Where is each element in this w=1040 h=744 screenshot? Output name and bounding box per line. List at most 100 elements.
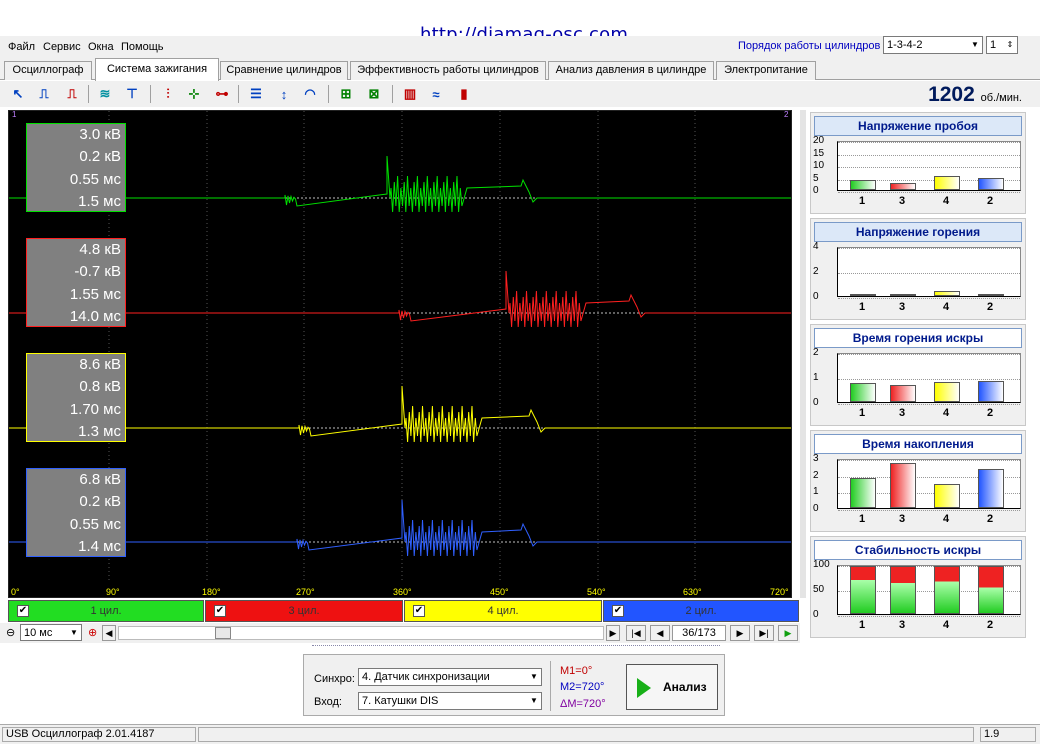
cursor-tool-icon[interactable]: ↖ — [8, 84, 28, 104]
zoom-out-icon[interactable]: ⊖ — [6, 626, 15, 639]
channel-label: 4 цил. — [487, 605, 519, 617]
trace-icon[interactable]: ⊶ — [212, 84, 232, 104]
tab-ignition[interactable]: Система зажигания — [95, 58, 219, 81]
y-tick-label: 0 — [813, 397, 819, 408]
filter-icon[interactable]: ≋ — [95, 84, 115, 104]
tab-cylinder-efficiency[interactable]: Эффективность работы цилиндров — [350, 61, 546, 80]
x-tick-label: 2 — [987, 195, 994, 207]
cylinder-order-select[interactable]: 1-3-4-2 ▼ — [883, 36, 983, 54]
menu-file[interactable]: Файл — [8, 41, 35, 53]
stat-panel-title[interactable]: Напряжение пробоя — [814, 116, 1022, 136]
stat-panel-title[interactable]: Время накопления — [814, 434, 1022, 454]
trace-value: -0.7 кВ — [74, 263, 121, 281]
channel-label: 1 цил. — [90, 605, 122, 617]
marker-1[interactable]: 1 — [12, 110, 16, 119]
grid-line — [838, 379, 1020, 380]
channel-2-toggle[interactable]: ✔ 2 цил. — [603, 600, 799, 622]
trace-value: 0.2 кВ — [79, 148, 121, 166]
x-tick-label: 3 — [899, 407, 906, 419]
histogram-icon[interactable]: ▮ — [454, 84, 474, 104]
y-tick-label: 20 — [813, 135, 825, 146]
stat-chart — [837, 565, 1021, 617]
menu-service[interactable]: Сервис — [43, 41, 81, 53]
first-frame-button[interactable]: |◀ — [626, 625, 646, 641]
sync-select[interactable]: 4. Датчик синхронизации ▼ — [358, 668, 542, 686]
stat-bar — [890, 385, 916, 402]
trace-value: 1.70 мс — [69, 400, 121, 418]
chevron-down-icon: ▼ — [971, 40, 979, 49]
stat-panel-title[interactable]: Напряжение горения — [814, 222, 1022, 242]
x-tick-label: 2 — [987, 619, 994, 631]
channel-4-toggle[interactable]: ✔ 4 цил. — [404, 600, 602, 622]
scrollbar-thumb[interactable] — [215, 627, 231, 639]
stat-panel: Время накопления 3 2 1 0 1 3 4 2 — [810, 430, 1026, 532]
checkbox-icon[interactable]: ✔ — [413, 605, 425, 617]
stat-panel-title[interactable]: Стабильность искры — [814, 540, 1022, 560]
checkbox-icon[interactable]: ✔ — [214, 605, 226, 617]
rising-edge-icon[interactable]: ⎍ — [34, 84, 54, 104]
waveform-trace — [9, 499, 791, 557]
last-frame-button[interactable]: ▶| — [754, 625, 774, 641]
tab-pressure[interactable]: Анализ давления в цилиндре — [548, 61, 714, 80]
checkbox-icon[interactable]: ✔ — [612, 605, 624, 617]
play-button[interactable]: ▶ — [778, 625, 798, 641]
trace-value: 1.5 мс — [78, 192, 121, 210]
y-tick-label: 0 — [813, 291, 819, 302]
prev-frame-button[interactable]: ◀ — [650, 625, 670, 641]
trace-value: 0.55 мс — [69, 515, 121, 533]
timebase-value: 10 мс — [24, 627, 53, 639]
vertical-zoom-icon[interactable]: ↕ — [274, 84, 294, 104]
measure-icon[interactable]: ⊹ — [184, 84, 204, 104]
spikes-icon[interactable]: ⫶ — [158, 84, 178, 104]
menu-windows[interactable]: Окна — [88, 41, 114, 53]
timebase-select[interactable]: 10 мс ▼ — [20, 624, 82, 641]
marker-delta: ΔM=720° — [560, 698, 606, 710]
curve-icon[interactable]: ◠ — [300, 84, 320, 104]
numbers-icon[interactable]: ⊤ — [122, 84, 142, 104]
stat-bar — [890, 183, 916, 190]
toolbar-separator — [238, 85, 239, 103]
horizontal-scrollbar[interactable] — [118, 626, 604, 640]
x-tick-label: 90° — [106, 587, 120, 597]
trace-3-values: 4.8 кВ -0.7 кВ 1.55 мс 14.0 мс — [26, 238, 126, 327]
tab-power[interactable]: Электропитание — [716, 61, 816, 80]
scroll-right-button[interactable]: ▶ — [606, 625, 620, 641]
zoom-in-icon[interactable]: ⊕ — [88, 626, 97, 639]
channel-1-toggle[interactable]: ✔ 1 цил. — [8, 600, 204, 622]
x-tick-label: 4 — [943, 195, 950, 207]
oscilloscope-display[interactable]: 3.0 кВ 0.2 кВ 0.55 мс 1.5 мс 4.8 кВ -0.7 кВ 1… — [8, 110, 792, 598]
stat-panel-title[interactable]: Время горения искры — [814, 328, 1022, 348]
splitter-handle[interactable] — [800, 110, 806, 598]
x-tick-label: 630° — [683, 587, 702, 597]
panel-splitter[interactable] — [312, 645, 720, 651]
waveform-trace — [9, 385, 791, 443]
marker-m1: M1=0° — [560, 665, 593, 677]
next-frame-button[interactable]: ▶ — [730, 625, 750, 641]
markers-icon[interactable]: ⊞ — [336, 84, 356, 104]
tab-oscilloscope[interactable]: Осциллограф — [4, 61, 92, 80]
status-app: USB Осциллограф 2.01.4187 — [2, 727, 196, 742]
waves-icon[interactable]: ≈ — [426, 84, 446, 104]
channel-3-toggle[interactable]: ✔ 3 цил. — [205, 600, 403, 622]
trace-value: 14.0 мс — [69, 307, 121, 325]
lines-icon[interactable]: ☰ — [246, 84, 266, 104]
y-tick-label: 15 — [813, 147, 825, 159]
chevron-down-icon: ▼ — [70, 628, 78, 637]
falling-edge-icon[interactable]: ⎍ — [62, 84, 82, 104]
grid-icon[interactable]: ⊠ — [364, 84, 384, 104]
scroll-left-button[interactable]: ◀ — [102, 625, 116, 641]
cylinder-spinner[interactable]: 1 ⇕ — [986, 36, 1018, 54]
tab-cylinder-compare[interactable]: Сравнение цилиндров — [220, 61, 348, 80]
menu-help[interactable]: Помощь — [121, 41, 164, 53]
grid-line — [838, 510, 1020, 511]
input-select[interactable]: 7. Катушки DIS ▼ — [358, 692, 542, 710]
analyze-button[interactable]: Анализ — [626, 664, 718, 710]
status-version: 1.9 — [980, 727, 1036, 742]
channel-label: 3 цил. — [288, 605, 320, 617]
checkbox-icon[interactable]: ✔ — [17, 605, 29, 617]
marker-2[interactable]: 2 — [784, 110, 788, 119]
x-tick-label: 1 — [859, 407, 866, 419]
bar-chart-icon[interactable]: ▥ — [400, 84, 420, 104]
trace-2-values: 6.8 кВ 0.2 кВ 0.55 мс 1.4 мс — [26, 468, 126, 557]
cylinder-spinner-value: 1 — [990, 39, 997, 51]
